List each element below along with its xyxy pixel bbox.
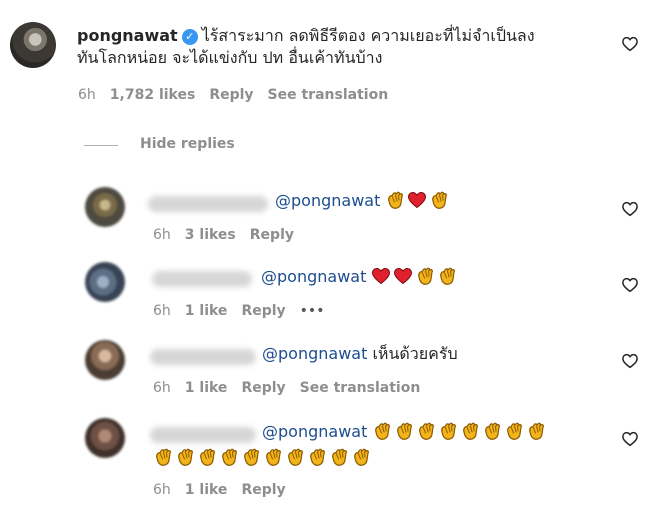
avatar-main-commenter[interactable] (10, 22, 56, 68)
main-comment-see-translation[interactable]: See translation (268, 87, 389, 103)
reply-2-time[interactable]: 6h (153, 303, 171, 319)
reply-1-meta: 6h 3 likes Reply (153, 227, 308, 243)
main-comment-text-line1: ไร้สาระมาก ลดพิธีรีตอง ความเยอะที่ไม่จำเ… (201, 26, 535, 45)
red-heart-emoji (407, 190, 427, 210)
reply-4-emojis-line1 (372, 422, 548, 441)
main-comment-text-line2: ทันโลกหน่อย จะได้แข่งกับ ปท อื่นเค้าทันบ… (77, 48, 383, 67)
reply-2-meta: 6h 1 like Reply ••• (153, 303, 338, 319)
clap-emoji (219, 447, 239, 467)
heart-icon[interactable] (621, 352, 639, 370)
hide-replies-divider (84, 145, 118, 146)
reply-3-mention[interactable]: @pongnawat (262, 344, 367, 363)
clap-emoji (197, 447, 217, 467)
clap-emoji (504, 421, 524, 441)
reply-1-body: @pongnawat (275, 190, 451, 212)
clap-emoji (175, 447, 195, 467)
clap-emoji (460, 421, 480, 441)
clap-emoji (351, 447, 371, 467)
clap-emoji (482, 421, 502, 441)
reply-4-meta: 6h 1 like Reply (153, 482, 300, 498)
heart-icon[interactable] (621, 430, 639, 448)
hide-replies-button[interactable]: Hide replies (140, 136, 235, 152)
reply-3-meta: 6h 1 like Reply See translation (153, 380, 434, 396)
reply-1-emojis (385, 191, 451, 210)
clap-emoji (241, 447, 261, 467)
reply-4-time[interactable]: 6h (153, 482, 171, 498)
reply-1-mention[interactable]: @pongnawat (275, 191, 380, 210)
heart-icon[interactable] (621, 200, 639, 218)
avatar-reply-3[interactable] (85, 340, 125, 380)
reply-1-time[interactable]: 6h (153, 227, 171, 243)
more-options-icon[interactable]: ••• (300, 303, 325, 319)
reply-2-likes[interactable]: 1 like (185, 303, 228, 319)
reply-3-text: เห็นด้วยครับ (372, 344, 458, 363)
main-comment-body: pongnawat ✓ ไร้สาระมาก ลดพิธีรีตอง ความเยอ… (77, 25, 617, 69)
main-comment-meta: 6h 1,782 likes Reply See translation (78, 87, 402, 103)
clap-emoji (307, 447, 327, 467)
clap-emoji (394, 421, 414, 441)
clap-emoji (372, 421, 392, 441)
clap-emoji (437, 266, 457, 286)
clap-emoji (285, 447, 305, 467)
blurred-username[interactable] (150, 427, 256, 443)
main-comment-reply-button[interactable]: Reply (209, 87, 253, 103)
reply-2-reply-button[interactable]: Reply (241, 303, 285, 319)
clap-emoji (153, 447, 173, 467)
avatar-reply-4[interactable] (85, 418, 125, 458)
main-comment-time[interactable]: 6h (78, 87, 96, 103)
reply-4-body: @pongnawat (262, 421, 602, 443)
reply-2-body: @pongnawat (261, 266, 459, 288)
clap-emoji (329, 447, 349, 467)
clap-emoji (263, 447, 283, 467)
reply-3-body: @pongnawat เห็นด้วยครับ (262, 343, 458, 365)
clap-emoji (429, 190, 449, 210)
avatar-reply-2[interactable] (85, 262, 125, 302)
reply-3-time[interactable]: 6h (153, 380, 171, 396)
clap-emoji (416, 421, 436, 441)
heart-icon[interactable] (621, 35, 639, 53)
clap-emoji (526, 421, 546, 441)
reply-2-mention[interactable]: @pongnawat (261, 267, 366, 286)
reply-1-reply-button[interactable]: Reply (250, 227, 294, 243)
reply-3-see-translation[interactable]: See translation (300, 380, 421, 396)
reply-4-emojis-line2 (153, 447, 373, 467)
verified-badge-icon: ✓ (181, 29, 198, 45)
blurred-username[interactable] (152, 271, 252, 287)
blurred-username[interactable] (150, 349, 256, 365)
clap-emoji (385, 190, 405, 210)
avatar-reply-1[interactable] (85, 187, 125, 227)
red-heart-emoji (371, 266, 391, 286)
reply-4-reply-button[interactable]: Reply (241, 482, 285, 498)
blurred-username[interactable] (148, 196, 268, 212)
reply-4-mention[interactable]: @pongnawat (262, 422, 367, 441)
reply-1-likes[interactable]: 3 likes (185, 227, 236, 243)
main-comment-likes[interactable]: 1,782 likes (110, 87, 196, 103)
reply-2-emojis (371, 267, 459, 286)
heart-icon[interactable] (621, 276, 639, 294)
clap-emoji (415, 266, 435, 286)
red-heart-emoji (393, 266, 413, 286)
reply-3-likes[interactable]: 1 like (185, 380, 228, 396)
reply-4-likes[interactable]: 1 like (185, 482, 228, 498)
main-comment-username[interactable]: pongnawat (77, 26, 178, 45)
reply-3-reply-button[interactable]: Reply (241, 380, 285, 396)
clap-emoji (438, 421, 458, 441)
